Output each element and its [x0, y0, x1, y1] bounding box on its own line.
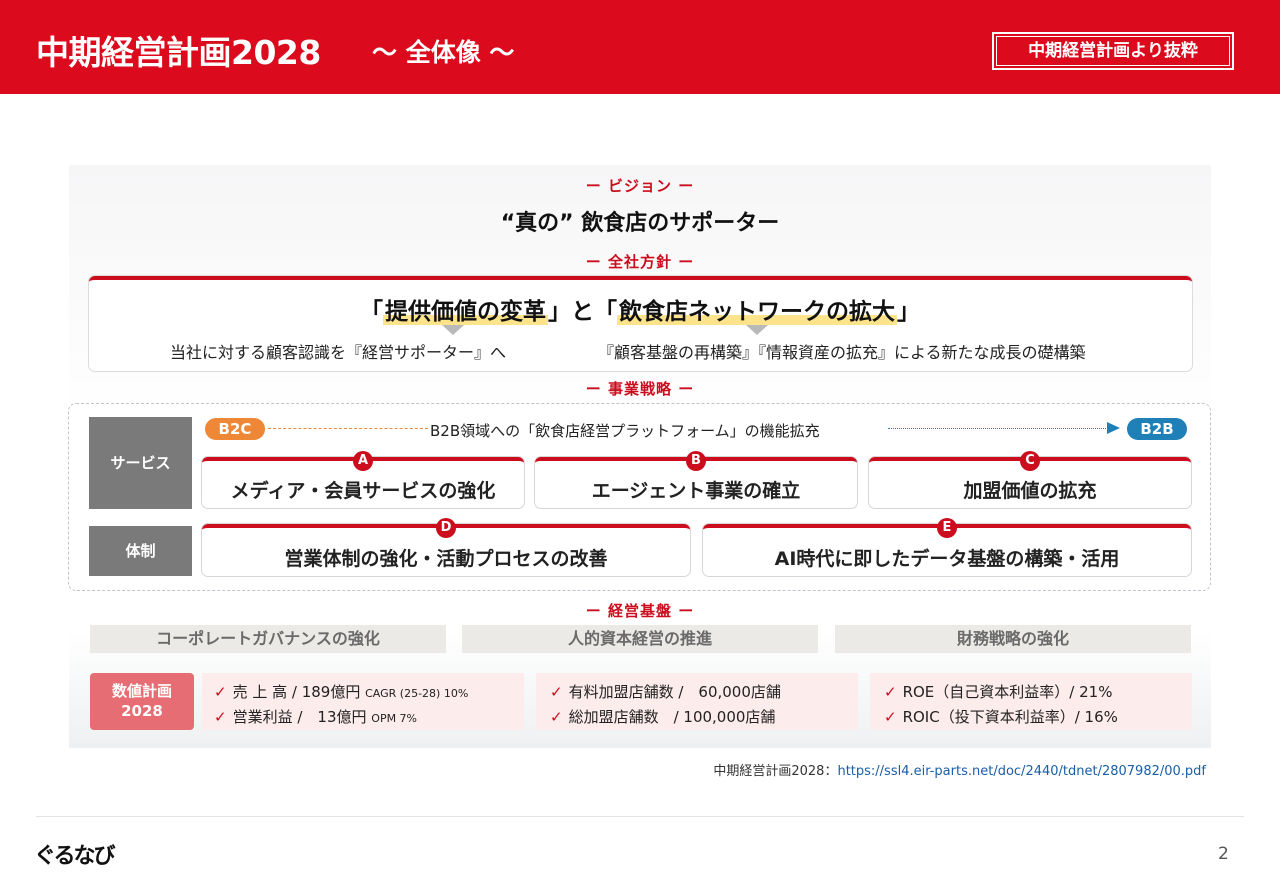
op-profit-value: 営業利益 / 13億円: [232, 708, 367, 726]
foundation-finance: 財務戦略の強化: [835, 625, 1191, 653]
service-row-head: サービス: [89, 417, 192, 509]
foundation-label: ー 経営基盤 ー: [585, 602, 695, 620]
policy-sub-left: 当社に対する顧客認識を『経営サポーター』へ: [170, 343, 507, 362]
check-icon: ✓: [214, 708, 227, 726]
source-prefix: 中期経営計画2028：: [713, 764, 838, 779]
roe-line: ✓ ROE（自己資本利益率）/ 21%: [884, 681, 1112, 702]
policy-mid: 」と「: [548, 299, 617, 325]
check-icon: ✓: [884, 683, 897, 701]
check-icon: ✓: [884, 708, 897, 726]
page-number: 2: [1218, 844, 1229, 864]
pointer-triangle-right: [746, 325, 768, 335]
vision-label: ー ビジョン ー: [585, 177, 695, 195]
foundation-governance: コーポレートガバナンスの強化: [90, 625, 446, 653]
roic-line: ✓ ROIC（投下資本利益率）/ 16%: [884, 706, 1118, 727]
gurunavi-logo: ぐるなび: [34, 844, 116, 869]
sales-line: ✓ 売 上 高 / 189億円 CAGR (25-28) 10%: [214, 681, 468, 702]
b2b-dotted-line: [888, 428, 1110, 429]
policy-open: 「: [360, 299, 383, 325]
numerical-plan-head-line1: 数値計画: [111, 682, 172, 700]
check-icon: ✓: [550, 708, 563, 726]
b2c-pill: B2C: [205, 418, 265, 440]
source-link[interactable]: https://ssl4.eir-parts.net/doc/2440/tdne…: [837, 764, 1206, 779]
strategy-label: ー 事業戦略 ー: [585, 380, 695, 398]
page-title: 中期経営計画2028: [36, 33, 321, 72]
platform-arrow-text: B2B領域への「飲食店経営プラットフォーム」の機能拡充: [430, 422, 820, 440]
card-e-marker: E: [937, 518, 957, 538]
total-stores-line: ✓ 総加盟店舗数 / 100,000店舗: [550, 706, 775, 727]
policy-highlight-1: 提供価値の変革: [383, 299, 548, 325]
policy-close: 」: [897, 299, 920, 325]
b2c-dashed-line: [268, 428, 428, 429]
card-d-marker: D: [436, 518, 456, 538]
excerpt-badge: 中期経営計画より抜粋: [992, 32, 1234, 70]
numbers-col-returns: ✓ ROE（自己資本利益率）/ 21% ✓ ROIC（投下資本利益率）/ 16%: [870, 673, 1192, 730]
structure-row-head: 体制: [89, 526, 192, 576]
foundation-human-capital: 人的資本経営の推進: [462, 625, 818, 653]
op-profit-line: ✓ 営業利益 / 13億円 OPM 7%: [214, 706, 417, 727]
check-icon: ✓: [550, 683, 563, 701]
footer-divider: [36, 816, 1244, 817]
op-profit-opm: OPM 7%: [371, 712, 418, 725]
sales-value: 売 上 高 / 189億円: [232, 683, 361, 701]
source-note: 中期経営計画2028：https://ssl4.eir-parts.net/do…: [713, 760, 1206, 779]
paid-stores-line: ✓ 有料加盟店舗数 / 60,000店舗: [550, 681, 781, 702]
arrow-head-icon: [1107, 422, 1120, 434]
policy-label: ー 全社方針 ー: [585, 253, 695, 271]
paid-stores-value: 有料加盟店舗数 / 60,000店舗: [568, 683, 781, 701]
card-a-marker: A: [353, 451, 373, 471]
sales-cagr: CAGR (25-28) 10%: [365, 687, 469, 700]
roe-value: ROE（自己資本利益率）/ 21%: [902, 683, 1113, 701]
numbers-col-sales: ✓ 売 上 高 / 189億円 CAGR (25-28) 10% ✓ 営業利益 / …: [202, 673, 524, 730]
page-subtitle: 〜 全体像 〜: [372, 38, 515, 67]
numerical-plan-head: 数値計画 2028: [90, 673, 194, 730]
vision-text: “真の” 飲食店のサポーター: [500, 211, 780, 236]
numbers-col-stores: ✓ 有料加盟店舗数 / 60,000店舗 ✓ 総加盟店舗数 / 100,000店舗: [536, 673, 858, 730]
policy-main: 「提供価値の変革」と「飲食店ネットワークの拡大」: [0, 292, 1280, 326]
b2b-pill: B2B: [1127, 418, 1187, 440]
card-b-marker: B: [686, 451, 706, 471]
check-icon: ✓: [214, 683, 227, 701]
pointer-triangle-left: [442, 325, 464, 335]
policy-sub-right: 『顧客基盤の再構築』『情報資産の拡充』による新たな成長の礎構築: [598, 343, 1086, 362]
total-stores-value: 総加盟店舗数 / 100,000店舗: [568, 708, 776, 726]
roic-value: ROIC（投下資本利益率）/ 16%: [902, 708, 1118, 726]
numerical-plan-head-line2: 2028: [121, 702, 163, 720]
policy-highlight-2: 飲食店ネットワークの拡大: [617, 299, 897, 325]
card-c-marker: C: [1020, 451, 1040, 471]
